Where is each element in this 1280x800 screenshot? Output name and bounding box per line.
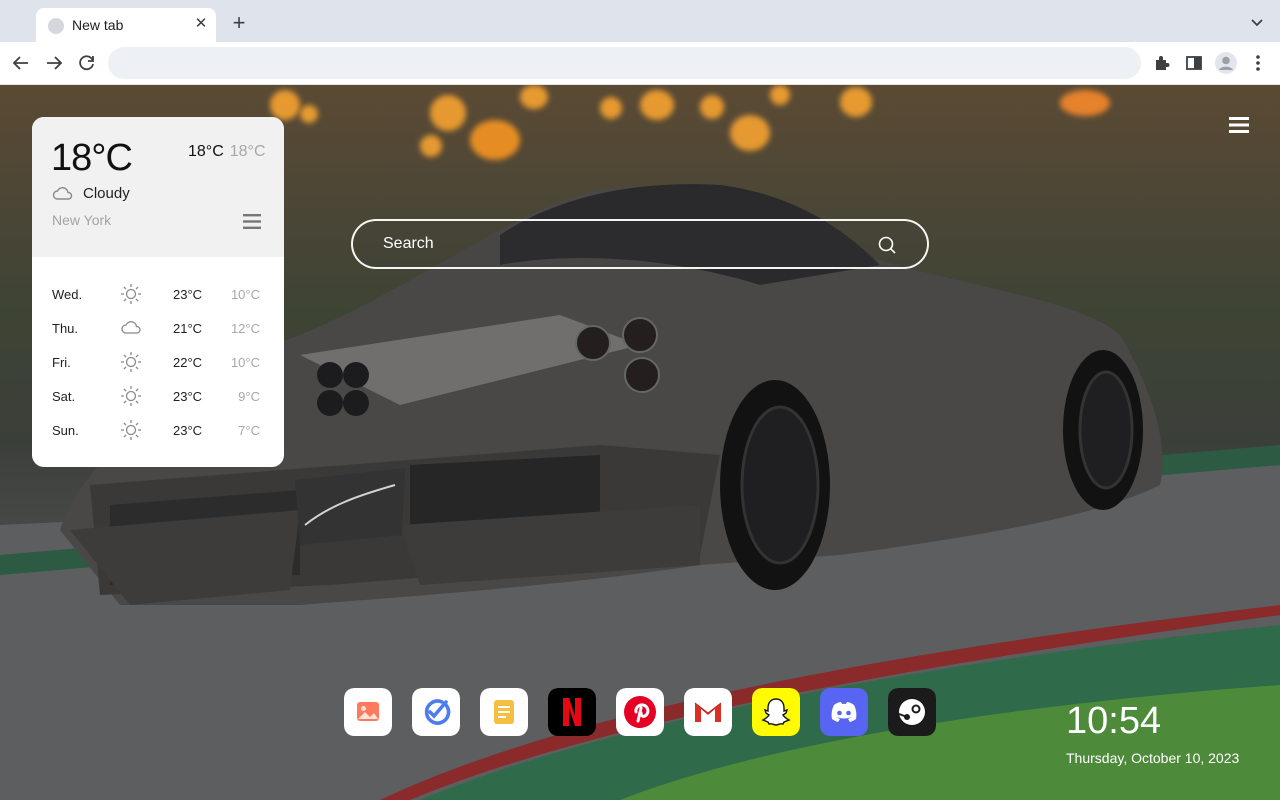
- forecast-high: 23°C: [173, 389, 203, 404]
- current-high: 18°C: [188, 143, 224, 160]
- hamburger-menu-icon[interactable]: [1229, 117, 1249, 133]
- forecast-day: Sat.: [52, 389, 76, 404]
- more-vertical-icon[interactable]: [1247, 52, 1269, 74]
- current-hi-lo: 18°C 18°C: [188, 143, 266, 161]
- photos-icon: [344, 688, 392, 736]
- forecast-day: Wed.: [52, 287, 83, 302]
- forecast-high: 23°C: [173, 423, 203, 438]
- forecast-low: 10°C: [230, 355, 260, 370]
- forecast-low: 9°C: [238, 389, 260, 404]
- cloud-icon: [120, 317, 142, 339]
- forecast-low: 10°C: [230, 287, 260, 302]
- cloud-icon: [52, 185, 74, 201]
- new-tab-button[interactable]: +: [228, 12, 250, 34]
- clock-time: 10:54: [1066, 700, 1162, 742]
- dock-app-tasks[interactable]: [412, 688, 460, 736]
- forecast-day: Fri.: [52, 355, 71, 370]
- forecast-high: 22°C: [173, 355, 203, 370]
- dock-app-gmail[interactable]: [684, 688, 732, 736]
- forecast-row: Wed. 23°C 10°C: [32, 277, 284, 311]
- clock-date: Thursday, October 10, 2023: [1066, 750, 1240, 766]
- profile-avatar-icon[interactable]: [1214, 51, 1238, 75]
- netflix-icon: [548, 688, 596, 736]
- tab-new-tab[interactable]: New tab ✕: [36, 8, 216, 42]
- forward-arrow-icon[interactable]: [43, 52, 65, 74]
- dock-app-discord[interactable]: [820, 688, 868, 736]
- weather-current-panel: 18°C 18°C 18°C Cloudy New York: [32, 117, 284, 257]
- dock-app-steam[interactable]: [888, 688, 936, 736]
- sun-icon: [120, 419, 142, 441]
- tab-close-icon[interactable]: ✕: [191, 14, 211, 34]
- forecast-day: Sun.: [52, 423, 79, 438]
- current-low: 18°C: [229, 143, 266, 160]
- forecast-row: Fri. 22°C 10°C: [32, 345, 284, 379]
- reload-icon[interactable]: [76, 52, 98, 74]
- tasks-icon: [412, 688, 460, 736]
- sun-icon: [120, 283, 142, 305]
- search-input[interactable]: Search: [351, 219, 929, 269]
- sun-icon: [120, 385, 142, 407]
- weather-widget[interactable]: 18°C 18°C 18°C Cloudy New York Wed. 23°C …: [32, 117, 284, 467]
- dock-app-netflix[interactable]: [548, 688, 596, 736]
- dock-app-photos[interactable]: [344, 688, 392, 736]
- menu-icon[interactable]: [243, 214, 261, 229]
- address-bar[interactable]: [108, 47, 1141, 79]
- dock-app-pinterest[interactable]: [616, 688, 664, 736]
- forecast-high: 23°C: [173, 287, 203, 302]
- extensions-puzzle-icon[interactable]: [1151, 52, 1173, 74]
- snapchat-icon: [752, 688, 800, 736]
- gmail-icon: [684, 688, 732, 736]
- city-name: New York: [52, 212, 112, 228]
- tab-title: New tab: [72, 17, 124, 33]
- side-panel-icon[interactable]: [1183, 52, 1205, 74]
- sun-icon: [120, 351, 142, 373]
- forecast-row: Sun. 23°C 7°C: [32, 413, 284, 447]
- notes-icon: [480, 688, 528, 736]
- forecast-row: Thu. 21°C 12°C: [32, 311, 284, 345]
- back-arrow-icon[interactable]: [10, 52, 32, 74]
- pinterest-icon: [616, 688, 664, 736]
- tab-search-chevron-icon[interactable]: [1247, 12, 1267, 32]
- browser-toolbar: [0, 42, 1280, 85]
- dock-app-notes[interactable]: [480, 688, 528, 736]
- tab-strip: New tab ✕ +: [0, 0, 1280, 42]
- forecast-row: Sat. 23°C 9°C: [32, 379, 284, 413]
- forecast-high: 21°C: [173, 321, 203, 336]
- forecast-low: 7°C: [238, 423, 260, 438]
- discord-icon: [820, 688, 868, 736]
- forecast-low: 12°C: [230, 321, 260, 336]
- search-icon[interactable]: [877, 235, 897, 255]
- dock-app-snapchat[interactable]: [752, 688, 800, 736]
- current-temperature: 18°C: [51, 137, 133, 179]
- search-placeholder: Search: [383, 235, 434, 252]
- tab-favicon-icon: [48, 18, 64, 34]
- steam-icon: [888, 688, 936, 736]
- forecast-day: Thu.: [52, 321, 79, 336]
- current-condition: Cloudy: [83, 185, 130, 202]
